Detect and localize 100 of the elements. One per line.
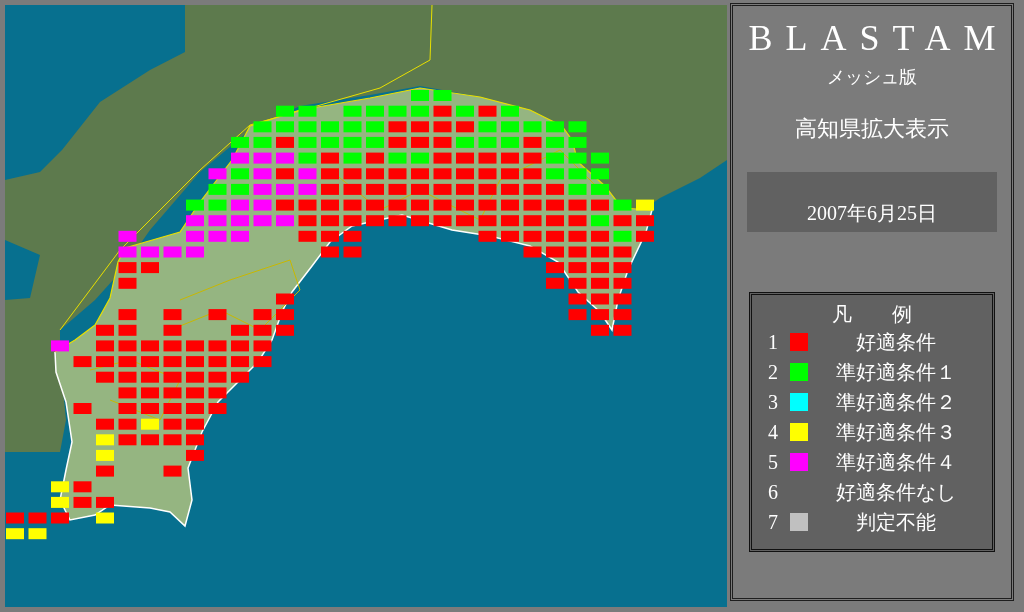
- mesh-cell: [321, 152, 339, 164]
- mesh-cell: [163, 356, 182, 368]
- mesh-cell: [636, 230, 654, 242]
- mesh-cell: [591, 230, 609, 242]
- mesh-cell: [343, 152, 362, 164]
- mesh-cell: [186, 449, 204, 461]
- mesh-cell: [298, 215, 317, 227]
- mesh-cell: [636, 215, 654, 227]
- mesh-cell: [388, 215, 407, 227]
- mesh-cell: [546, 183, 564, 195]
- mesh-cell: [118, 387, 137, 399]
- mesh-cell: [163, 340, 182, 352]
- mesh-cell: [568, 168, 587, 180]
- mesh-cell: [96, 356, 114, 368]
- mesh-cell: [231, 371, 249, 383]
- mesh-cell: [231, 324, 249, 336]
- mesh-cell: [51, 496, 69, 508]
- mesh-cell: [411, 136, 429, 148]
- mesh-cell: [501, 183, 519, 195]
- mesh-cell: [118, 324, 137, 336]
- mesh-cell: [546, 277, 564, 289]
- mesh-cell: [186, 246, 204, 258]
- mesh-cell: [163, 418, 182, 430]
- mesh-cell: [456, 105, 474, 117]
- mesh-cell: [298, 230, 317, 242]
- mesh-cell: [546, 246, 564, 258]
- mesh-cell: [523, 152, 542, 164]
- mesh-cell: [523, 246, 542, 258]
- mesh-cell: [28, 528, 47, 540]
- mesh-cell: [276, 121, 294, 133]
- mesh-cell: [478, 105, 497, 117]
- mesh-cell: [546, 230, 564, 242]
- mesh-cell: [253, 152, 272, 164]
- mesh-cell: [613, 230, 632, 242]
- mesh-cell: [276, 199, 294, 211]
- mesh-cell: [433, 152, 452, 164]
- legend-label: 準好適条件１: [835, 359, 957, 385]
- mesh-cell: [253, 309, 272, 321]
- mesh-cell: [73, 356, 92, 368]
- mesh-cell: [118, 262, 137, 274]
- mesh-cell: [591, 309, 609, 321]
- mesh-cell: [96, 340, 114, 352]
- mesh-cell: [208, 199, 227, 211]
- mesh-cell: [298, 199, 317, 211]
- mesh-cell: [613, 309, 632, 321]
- mesh-cell: [298, 183, 317, 195]
- mesh-cell: [411, 105, 429, 117]
- mesh-cell: [613, 199, 632, 211]
- mesh-cell: [478, 121, 497, 133]
- mesh-cell: [366, 121, 384, 133]
- mesh-cell: [186, 418, 204, 430]
- mesh-cell: [51, 512, 69, 524]
- mesh-cell: [523, 183, 542, 195]
- legend-number: 4: [768, 420, 779, 444]
- mesh-cell: [186, 356, 204, 368]
- mesh-cell: [591, 215, 609, 227]
- mesh-cell: [298, 121, 317, 133]
- mesh-cell: [456, 215, 474, 227]
- mesh-cell: [276, 183, 294, 195]
- mesh-cell: [231, 183, 249, 195]
- mesh-cell: [501, 168, 519, 180]
- legend-number: 1: [768, 330, 779, 354]
- legend-label: 好適条件なし: [835, 479, 957, 505]
- mesh-cell: [546, 215, 564, 227]
- mesh-cell: [231, 230, 249, 242]
- mesh-cell: [6, 528, 24, 540]
- mesh-cell: [298, 105, 317, 117]
- mesh-cell: [568, 121, 587, 133]
- legend-number: 7: [768, 510, 779, 534]
- mesh-cell: [366, 152, 384, 164]
- mesh-cell: [163, 403, 182, 414]
- mesh-cell: [208, 403, 227, 414]
- mesh-cell: [613, 215, 632, 227]
- mesh-cell: [321, 121, 339, 133]
- mesh-cell: [546, 168, 564, 180]
- mesh-cell: [366, 183, 384, 195]
- mesh-cell: [613, 246, 632, 258]
- mesh-cell: [478, 230, 497, 242]
- mesh-cell: [343, 121, 362, 133]
- mesh-cell: [591, 168, 609, 180]
- mesh-cell: [591, 199, 609, 211]
- mesh-cell: [343, 215, 362, 227]
- mesh-cell: [411, 183, 429, 195]
- mesh-cell: [96, 496, 114, 508]
- mesh-cell: [388, 121, 407, 133]
- mesh-cell: [411, 121, 429, 133]
- mesh-cell: [208, 215, 227, 227]
- mesh-cell: [253, 340, 272, 352]
- mesh-cell: [478, 136, 497, 148]
- mesh-cell: [141, 387, 159, 399]
- mesh-cell: [253, 324, 272, 336]
- mesh-cell: [478, 215, 497, 227]
- mesh-cell: [478, 183, 497, 195]
- mesh-cell: [231, 136, 249, 148]
- subtitle: メッシュ版: [827, 66, 917, 88]
- mesh-cell: [208, 309, 227, 321]
- mesh-cell: [96, 418, 114, 430]
- mesh-cell: [118, 371, 137, 383]
- mesh-cell: [523, 136, 542, 148]
- mesh-cell: [253, 183, 272, 195]
